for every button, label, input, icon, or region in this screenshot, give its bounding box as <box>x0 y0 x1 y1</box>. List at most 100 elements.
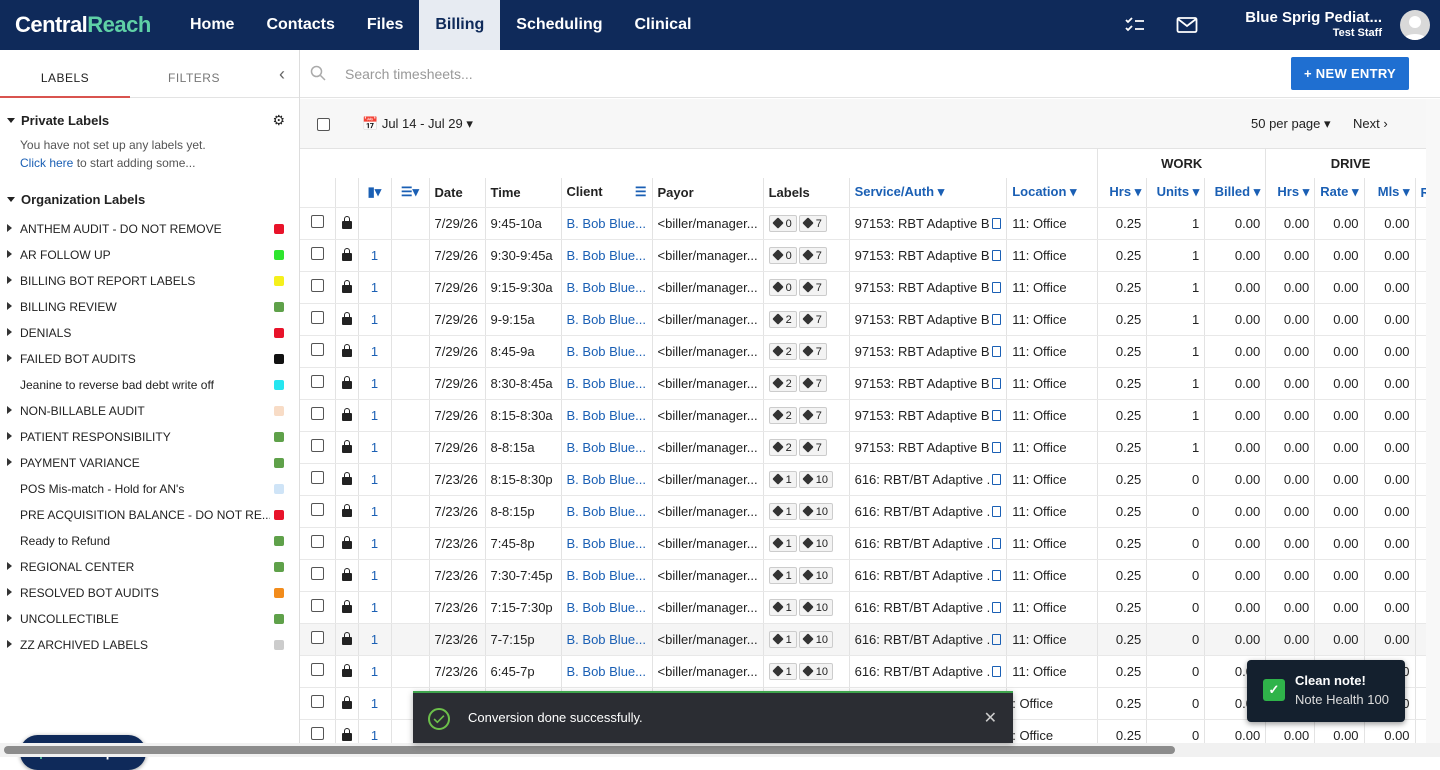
per-page-select[interactable]: 50 per page ▾ <box>1251 116 1331 132</box>
document-icon[interactable] <box>991 313 1001 325</box>
document-icon[interactable] <box>992 569 1002 581</box>
label-item[interactable]: NON-BILLABLE AUDIT <box>0 398 299 424</box>
label-item[interactable]: POS Mis-match - Hold for AN's <box>0 476 299 502</box>
row-checkbox[interactable] <box>310 663 324 676</box>
scrollbar-thumb[interactable] <box>4 746 1175 754</box>
label-item[interactable]: Ready to Refund <box>0 528 299 554</box>
lock-icon[interactable] <box>341 727 352 741</box>
row-checkbox[interactable] <box>310 695 324 708</box>
label-item[interactable]: FAILED BOT AUDITS <box>0 346 299 372</box>
row-checkbox[interactable] <box>310 375 324 388</box>
checklist-icon[interactable] <box>1124 14 1146 36</box>
document-icon[interactable] <box>991 345 1001 357</box>
mail-icon[interactable] <box>1176 14 1198 36</box>
service-header[interactable]: Service/Auth ▾ <box>849 178 1008 208</box>
file-count[interactable]: 1 <box>358 559 392 592</box>
caret-right-icon[interactable] <box>7 302 12 310</box>
caret-right-icon[interactable] <box>7 224 12 232</box>
label-chip[interactable]: 0 <box>768 214 797 232</box>
row-checkbox[interactable] <box>310 279 324 292</box>
document-icon[interactable] <box>992 505 1002 517</box>
row-checkbox[interactable] <box>310 247 324 260</box>
new-entry-button[interactable]: + NEW ENTRY <box>1291 57 1409 90</box>
label-chip[interactable]: 7 <box>798 438 827 456</box>
table-row[interactable]: 1 7/29/26 9:30-9:45a B. Bob Blue... <biller/… <box>300 239 1436 272</box>
document-icon[interactable] <box>991 217 1001 229</box>
table-row[interactable]: 7/29/26 9:45-10a B. Bob Blue... <biller/man… <box>300 207 1436 240</box>
file-count[interactable]: 1 <box>358 399 392 432</box>
file-count[interactable]: 1 <box>358 335 392 368</box>
client-link[interactable]: B. Bob Blue... <box>561 303 653 336</box>
caret-right-icon[interactable] <box>7 406 12 414</box>
file-count[interactable]: 1 <box>358 527 392 560</box>
client-header[interactable]: Client ☰ <box>561 178 653 208</box>
row-checkbox[interactable] <box>310 631 324 644</box>
avatar[interactable] <box>1400 10 1430 40</box>
table-row[interactable]: 1 7/29/26 8:45-9a B. Bob Blue... <biller/man… <box>300 335 1436 368</box>
row-checkbox[interactable] <box>310 343 324 356</box>
file-count[interactable]: 1 <box>358 431 392 464</box>
label-item[interactable]: ANTHEM AUDIT - DO NOT REMOVE <box>0 216 299 242</box>
label-chip[interactable]: 2 <box>768 406 797 424</box>
file-count[interactable]: 1 <box>358 655 392 688</box>
billed-header[interactable]: Billed ▾ <box>1204 178 1267 208</box>
row-checkbox[interactable] <box>310 439 324 452</box>
label-chip[interactable]: 1 <box>768 470 797 488</box>
label-chip[interactable]: 1 <box>768 598 797 616</box>
label-chip[interactable]: 7 <box>798 374 827 392</box>
label-item[interactable]: BILLING REVIEW <box>0 294 299 320</box>
list-icon-header[interactable]: ☰▾ <box>391 178 430 208</box>
label-chip[interactable]: 7 <box>798 246 827 264</box>
label-chip[interactable]: 1 <box>768 502 797 520</box>
client-link[interactable]: B. Bob Blue... <box>561 527 653 560</box>
table-row[interactable]: 1 7/23/26 7-7:15p B. Bob Blue... <biller/man… <box>300 623 1436 656</box>
table-row[interactable]: 1 7/29/26 9:15-9:30a B. Bob Blue... <biller/… <box>300 271 1436 304</box>
label-chip[interactable]: 7 <box>798 342 827 360</box>
label-item[interactable]: PRE ACQUISITION BALANCE - DO NOT RE... <box>0 502 299 528</box>
document-icon[interactable] <box>991 281 1001 293</box>
client-link[interactable]: B. Bob Blue... <box>561 463 653 496</box>
lock-icon[interactable] <box>341 631 352 645</box>
horizontal-scrollbar[interactable] <box>0 743 1440 757</box>
lock-icon[interactable] <box>341 567 352 581</box>
caret-right-icon[interactable] <box>7 354 12 362</box>
client-link[interactable]: B. Bob Blue... <box>561 591 653 624</box>
document-icon[interactable] <box>992 633 1002 645</box>
row-checkbox[interactable] <box>310 535 324 548</box>
lock-icon[interactable] <box>341 247 352 261</box>
row-checkbox[interactable] <box>310 215 324 228</box>
select-all-checkbox[interactable] <box>317 118 330 131</box>
label-chip[interactable]: 10 <box>798 534 833 552</box>
file-count[interactable]: 1 <box>358 495 392 528</box>
lock-icon[interactable] <box>341 503 352 517</box>
row-checkbox[interactable] <box>310 567 324 580</box>
label-item[interactable]: Jeanine to reverse bad debt write off <box>0 372 299 398</box>
lock-icon[interactable] <box>341 535 352 549</box>
user-org-menu[interactable]: Blue Sprig Pediat... Test Staff <box>1245 9 1382 39</box>
row-checkbox[interactable] <box>310 311 324 324</box>
caret-right-icon[interactable] <box>7 432 12 440</box>
label-chip[interactable]: 1 <box>768 630 797 648</box>
location-header[interactable]: Location ▾ <box>1006 178 1099 208</box>
nav-contacts[interactable]: Contacts <box>250 0 350 50</box>
document-icon[interactable] <box>991 441 1001 453</box>
collapse-sidebar-icon[interactable]: ‹ <box>279 64 285 85</box>
nav-clinical[interactable]: Clinical <box>619 0 708 50</box>
note-health-card[interactable]: ✓ Clean note! Note Health 100 <box>1247 660 1405 722</box>
units-header[interactable]: Units ▾ <box>1146 178 1206 208</box>
lock-icon[interactable] <box>341 663 352 677</box>
rate-header[interactable]: Rate ▾ <box>1314 178 1365 208</box>
label-item[interactable]: REGIONAL CENTER <box>0 554 299 580</box>
tab-labels[interactable]: LABELS <box>0 50 130 98</box>
label-chip[interactable]: 10 <box>798 662 833 680</box>
lock-icon[interactable] <box>341 215 352 229</box>
drive-hrs-header[interactable]: Hrs ▾ <box>1265 178 1316 208</box>
label-item[interactable]: PAYMENT VARIANCE <box>0 450 299 476</box>
caret-right-icon[interactable] <box>7 640 12 648</box>
date-range-picker[interactable]: 📅 Jul 14 - Jul 29 ▾ <box>362 116 473 132</box>
table-row[interactable]: 1 7/23/26 7:15-7:30p B. Bob Blue... <biller/… <box>300 591 1436 624</box>
file-count[interactable]: 1 <box>358 623 392 656</box>
lock-icon[interactable] <box>341 407 352 421</box>
table-row[interactable]: 1 7/23/26 8:15-8:30p B. Bob Blue... <biller/… <box>300 463 1436 496</box>
centralreach-logo[interactable]: CentralReach <box>15 12 151 38</box>
